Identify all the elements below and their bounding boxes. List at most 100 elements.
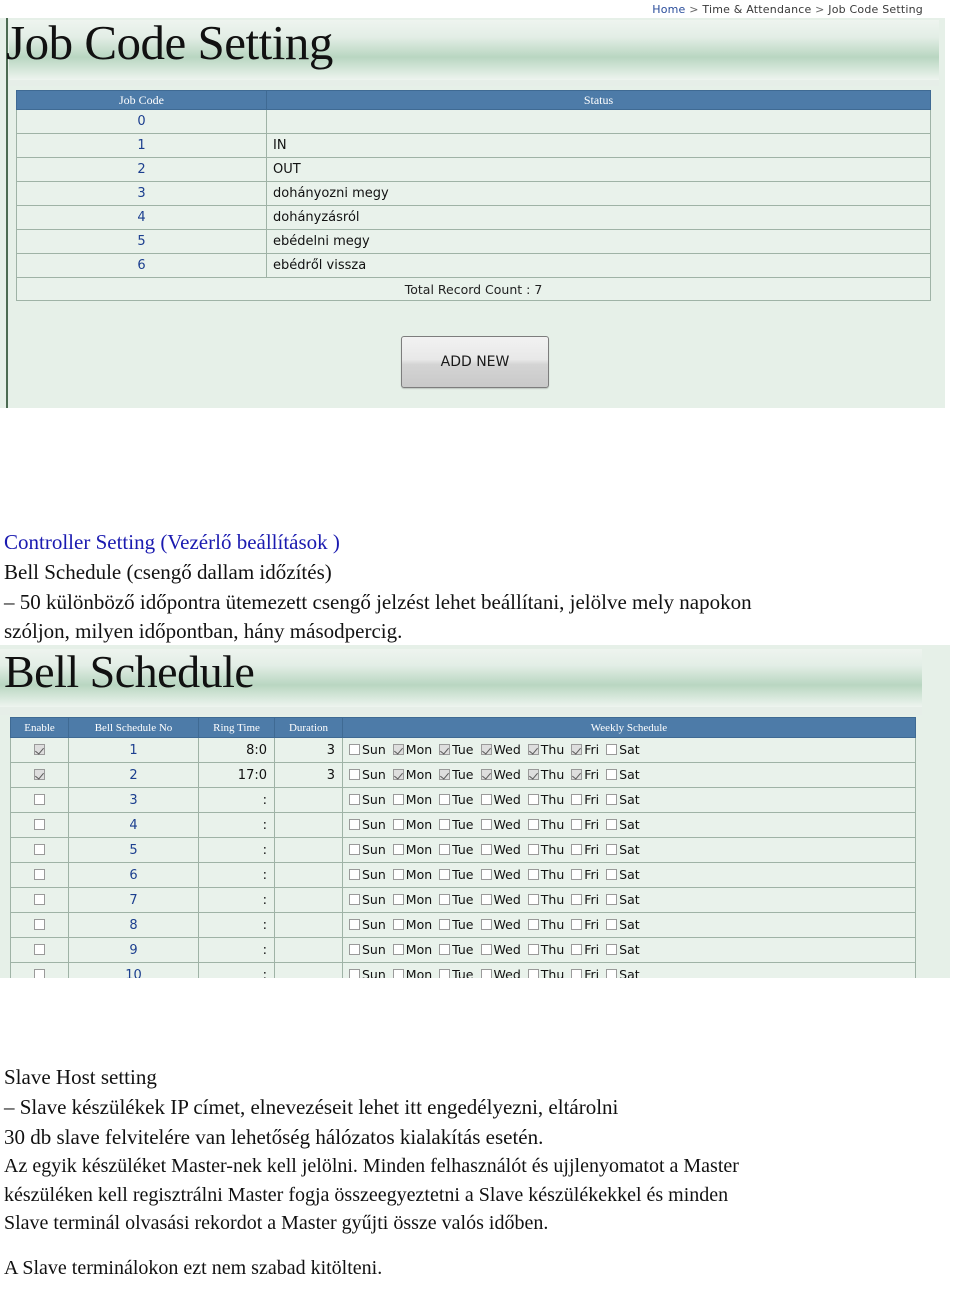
day-toggle-thu[interactable]: Thu bbox=[527, 792, 564, 807]
day-checkbox-wed[interactable] bbox=[480, 969, 492, 978]
day-toggle-fri[interactable]: Fri bbox=[571, 867, 599, 882]
day-toggle-thu[interactable]: Thu bbox=[527, 817, 564, 832]
day-checkbox-wed[interactable] bbox=[480, 919, 492, 930]
day-checkbox-sat[interactable] bbox=[606, 794, 618, 805]
enable-checkbox[interactable] bbox=[34, 868, 45, 880]
day-checkbox-tue[interactable] bbox=[439, 844, 451, 855]
day-toggle-fri[interactable]: Fri bbox=[571, 817, 599, 832]
day-toggle-tue[interactable]: Tue bbox=[439, 867, 474, 882]
table-row[interactable]: 5: Sun Mon Tue Wed Thu Fri Sat bbox=[10, 837, 916, 863]
day-toggle-sat[interactable]: Sat bbox=[606, 767, 640, 782]
day-toggle-mon[interactable]: Mon bbox=[392, 742, 432, 757]
day-toggle-tue[interactable]: Tue bbox=[439, 767, 474, 782]
table-row[interactable]: 8: Sun Mon Tue Wed Thu Fri Sat bbox=[10, 912, 916, 938]
day-toggle-mon[interactable]: Mon bbox=[392, 967, 432, 978]
column-header-enable[interactable]: Enable bbox=[10, 717, 69, 738]
breadcrumb-home-link[interactable]: Home bbox=[652, 3, 685, 16]
day-toggle-wed[interactable]: Wed bbox=[480, 867, 521, 882]
table-row[interactable]: 7: Sun Mon Tue Wed Thu Fri Sat bbox=[10, 887, 916, 913]
duration-cell[interactable] bbox=[274, 937, 343, 963]
day-checkbox-mon[interactable] bbox=[392, 869, 404, 880]
day-toggle-sun[interactable]: Sun bbox=[349, 967, 386, 978]
day-toggle-sat[interactable]: Sat bbox=[606, 892, 640, 907]
day-toggle-sun[interactable]: Sun bbox=[349, 867, 386, 882]
day-toggle-thu[interactable]: Thu bbox=[527, 867, 564, 882]
day-toggle-thu[interactable]: Thu bbox=[527, 967, 564, 978]
day-checkbox-sun[interactable] bbox=[349, 769, 360, 780]
day-toggle-sat[interactable]: Sat bbox=[606, 967, 640, 978]
day-checkbox-thu[interactable] bbox=[527, 819, 539, 830]
day-checkbox-tue[interactable] bbox=[439, 919, 451, 930]
duration-cell[interactable] bbox=[274, 837, 343, 863]
day-checkbox-fri[interactable] bbox=[571, 969, 583, 978]
day-checkbox-wed[interactable] bbox=[480, 769, 492, 780]
day-toggle-mon[interactable]: Mon bbox=[392, 817, 432, 832]
day-toggle-sun[interactable]: Sun bbox=[349, 792, 386, 807]
day-checkbox-thu[interactable] bbox=[527, 894, 539, 905]
day-toggle-sun[interactable]: Sun bbox=[349, 742, 386, 757]
column-header-bell-schedule-no[interactable]: Bell Schedule No bbox=[68, 717, 199, 738]
day-checkbox-sun[interactable] bbox=[349, 794, 360, 805]
day-toggle-sat[interactable]: Sat bbox=[606, 942, 640, 957]
day-toggle-tue[interactable]: Tue bbox=[439, 792, 474, 807]
duration-cell[interactable]: 3 bbox=[274, 737, 343, 763]
enable-checkbox[interactable] bbox=[34, 918, 45, 930]
day-checkbox-sun[interactable] bbox=[349, 744, 360, 755]
day-checkbox-sun[interactable] bbox=[349, 969, 360, 978]
day-checkbox-sat[interactable] bbox=[606, 744, 618, 755]
day-checkbox-tue[interactable] bbox=[439, 944, 451, 955]
ring-time-cell[interactable]: : bbox=[198, 862, 275, 888]
day-checkbox-mon[interactable] bbox=[392, 819, 404, 830]
day-checkbox-mon[interactable] bbox=[392, 894, 404, 905]
day-toggle-fri[interactable]: Fri bbox=[571, 917, 599, 932]
day-toggle-thu[interactable]: Thu bbox=[527, 742, 564, 757]
day-toggle-wed[interactable]: Wed bbox=[480, 967, 521, 978]
enable-checkbox[interactable] bbox=[34, 943, 45, 955]
day-toggle-wed[interactable]: Wed bbox=[480, 742, 521, 757]
enable-checkbox[interactable] bbox=[34, 743, 45, 755]
table-row[interactable]: 1 IN bbox=[16, 133, 931, 158]
day-checkbox-sat[interactable] bbox=[606, 944, 618, 955]
day-checkbox-thu[interactable] bbox=[527, 744, 539, 755]
day-toggle-sat[interactable]: Sat bbox=[606, 917, 640, 932]
day-toggle-fri[interactable]: Fri bbox=[571, 942, 599, 957]
day-toggle-sun[interactable]: Sun bbox=[349, 917, 386, 932]
day-toggle-wed[interactable]: Wed bbox=[480, 767, 521, 782]
day-toggle-wed[interactable]: Wed bbox=[480, 917, 521, 932]
table-row[interactable]: 3 dohányozni megy bbox=[16, 181, 931, 206]
day-checkbox-sun[interactable] bbox=[349, 944, 360, 955]
day-checkbox-mon[interactable] bbox=[392, 794, 404, 805]
table-row[interactable]: 5 ebédelni megy bbox=[16, 229, 931, 254]
day-checkbox-thu[interactable] bbox=[527, 869, 539, 880]
day-checkbox-sun[interactable] bbox=[349, 894, 360, 905]
day-toggle-fri[interactable]: Fri bbox=[571, 842, 599, 857]
table-row[interactable]: 6: Sun Mon Tue Wed Thu Fri Sat bbox=[10, 862, 916, 888]
ring-time-cell[interactable]: : bbox=[198, 962, 275, 978]
add-new-button[interactable]: ADD NEW bbox=[401, 336, 549, 388]
day-checkbox-wed[interactable] bbox=[480, 744, 492, 755]
day-checkbox-thu[interactable] bbox=[527, 844, 539, 855]
day-checkbox-fri[interactable] bbox=[571, 769, 583, 780]
day-checkbox-wed[interactable] bbox=[480, 869, 492, 880]
day-checkbox-mon[interactable] bbox=[392, 769, 404, 780]
day-toggle-sun[interactable]: Sun bbox=[349, 892, 386, 907]
day-checkbox-mon[interactable] bbox=[392, 944, 404, 955]
duration-cell[interactable] bbox=[274, 812, 343, 838]
day-checkbox-fri[interactable] bbox=[571, 869, 583, 880]
enable-checkbox[interactable] bbox=[34, 968, 45, 978]
table-row[interactable]: 3: Sun Mon Tue Wed Thu Fri Sat bbox=[10, 787, 916, 813]
day-checkbox-tue[interactable] bbox=[439, 869, 451, 880]
day-checkbox-sat[interactable] bbox=[606, 844, 618, 855]
ring-time-cell[interactable]: : bbox=[198, 887, 275, 913]
day-toggle-fri[interactable]: Fri bbox=[571, 967, 599, 978]
ring-time-cell[interactable]: : bbox=[198, 837, 275, 863]
ring-time-cell[interactable]: : bbox=[198, 787, 275, 813]
day-toggle-fri[interactable]: Fri bbox=[571, 767, 599, 782]
day-toggle-tue[interactable]: Tue bbox=[439, 917, 474, 932]
day-toggle-tue[interactable]: Tue bbox=[439, 842, 474, 857]
day-toggle-mon[interactable]: Mon bbox=[392, 942, 432, 957]
day-toggle-fri[interactable]: Fri bbox=[571, 892, 599, 907]
day-checkbox-sat[interactable] bbox=[606, 894, 618, 905]
day-toggle-sat[interactable]: Sat bbox=[606, 742, 640, 757]
day-toggle-fri[interactable]: Fri bbox=[571, 792, 599, 807]
